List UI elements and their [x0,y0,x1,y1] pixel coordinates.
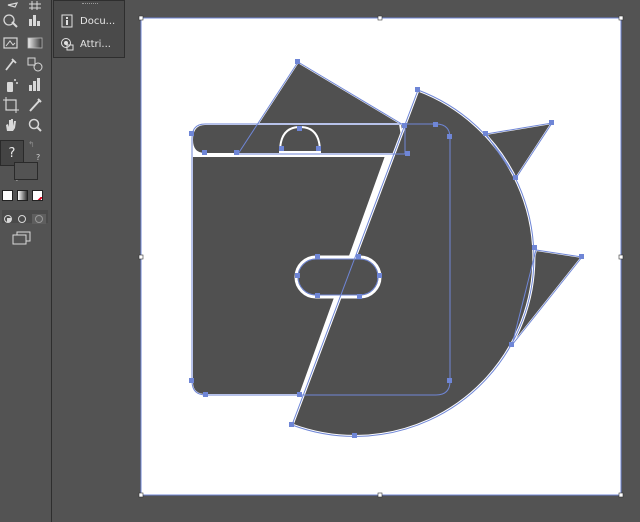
artwork-group[interactable] [190,60,584,438]
lock-slot-shape[interactable] [294,255,382,299]
artwork-canvas[interactable] [0,0,640,522]
